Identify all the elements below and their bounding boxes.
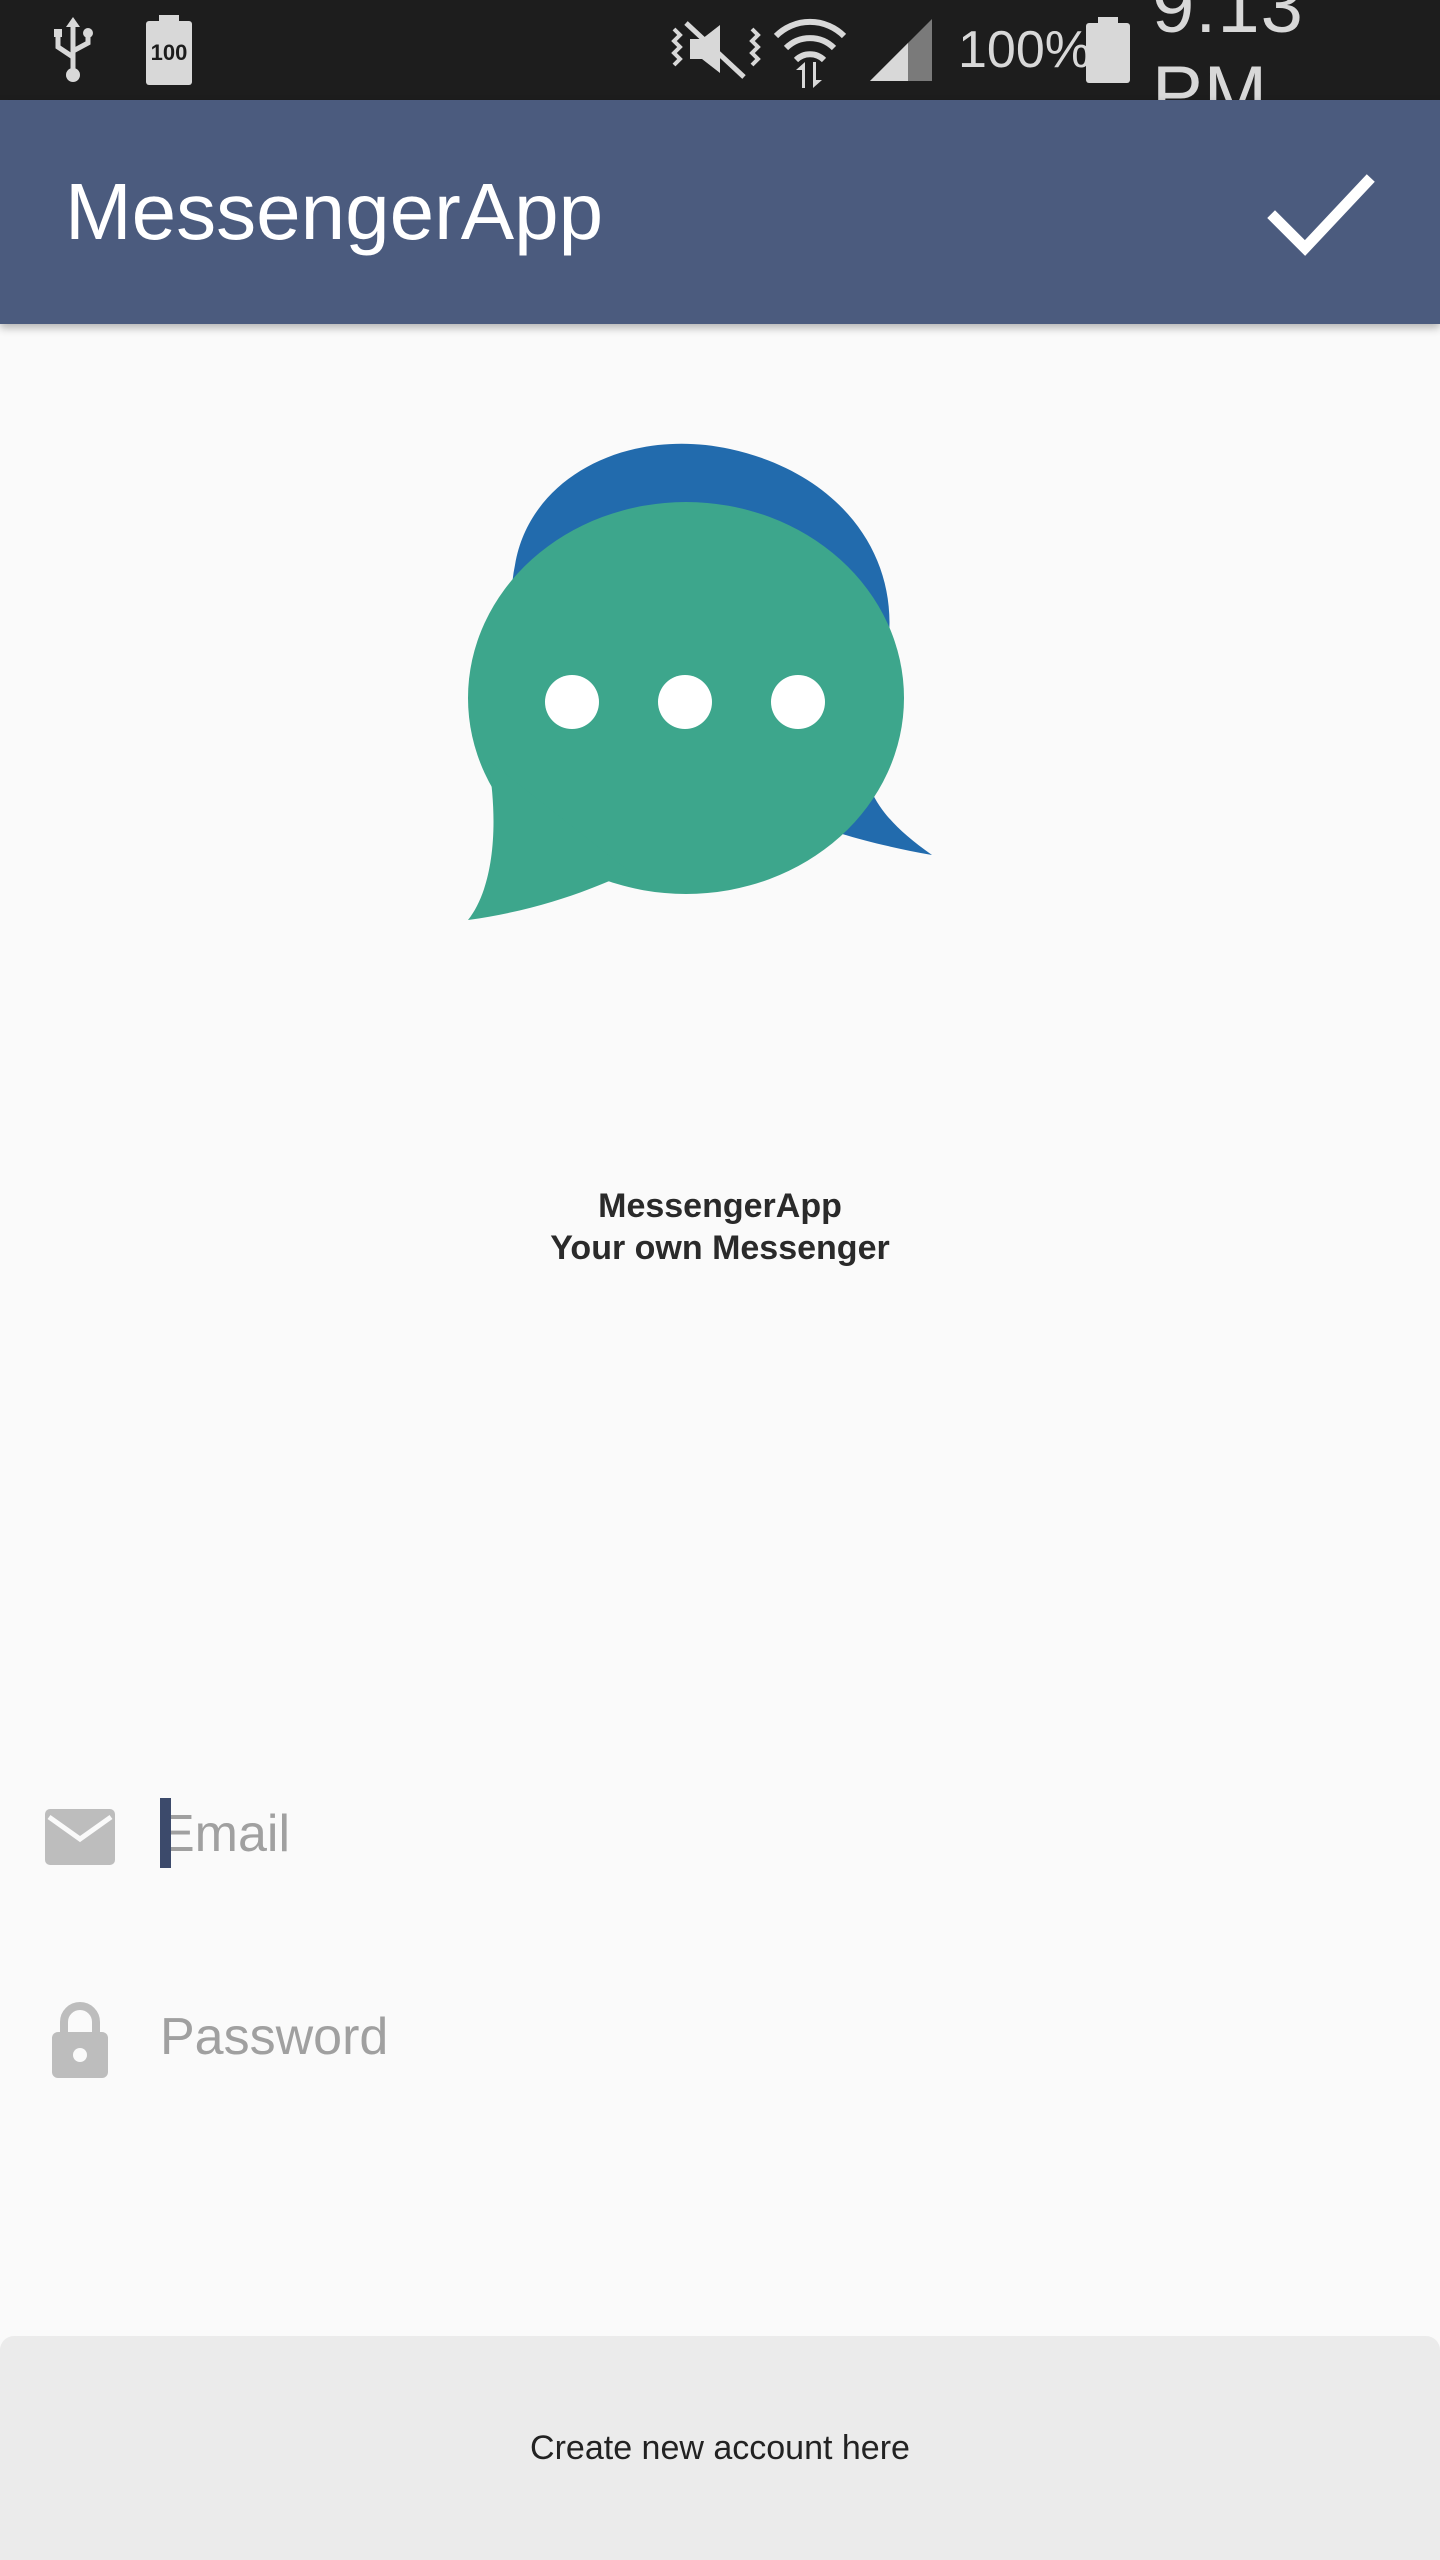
password-row: [0, 1975, 1440, 2095]
app-title: MessengerApp: [65, 167, 604, 256]
mute-vibrate-icon: [668, 0, 764, 100]
signal-icon: [868, 0, 934, 100]
branding-text: MessengerApp Your own Messenger: [0, 1185, 1440, 1269]
battery-icon: [1086, 0, 1130, 100]
brand-name: MessengerApp: [598, 1187, 842, 1225]
confirm-button[interactable]: [1262, 160, 1382, 270]
password-field[interactable]: [160, 1995, 1380, 2079]
chat-bubbles-logo: [460, 420, 1000, 940]
battery-percent: 100%: [958, 21, 1091, 79]
wifi-icon: [772, 0, 848, 100]
status-bar: 100 100% 9:13 PM: [0, 0, 1440, 136]
app-bar: MessengerApp: [0, 100, 1440, 324]
email-field[interactable]: [160, 1792, 1380, 1876]
create-account-button[interactable]: Create new account here: [0, 2336, 1440, 2560]
battery-saver-icon: 100: [146, 0, 192, 100]
check-icon: [1267, 174, 1375, 256]
lock-icon: [40, 2002, 120, 2078]
email-row: [0, 1772, 1440, 1892]
usb-icon: [48, 0, 98, 100]
create-account-label: Create new account here: [530, 2428, 910, 2467]
text-cursor: [160, 1798, 171, 1868]
mail-icon: [40, 1802, 120, 1872]
clock: 9:13 PM: [1152, 0, 1304, 136]
battery-saver-label: 100: [150, 40, 188, 65]
brand-slogan: Your own Messenger: [550, 1229, 890, 1267]
